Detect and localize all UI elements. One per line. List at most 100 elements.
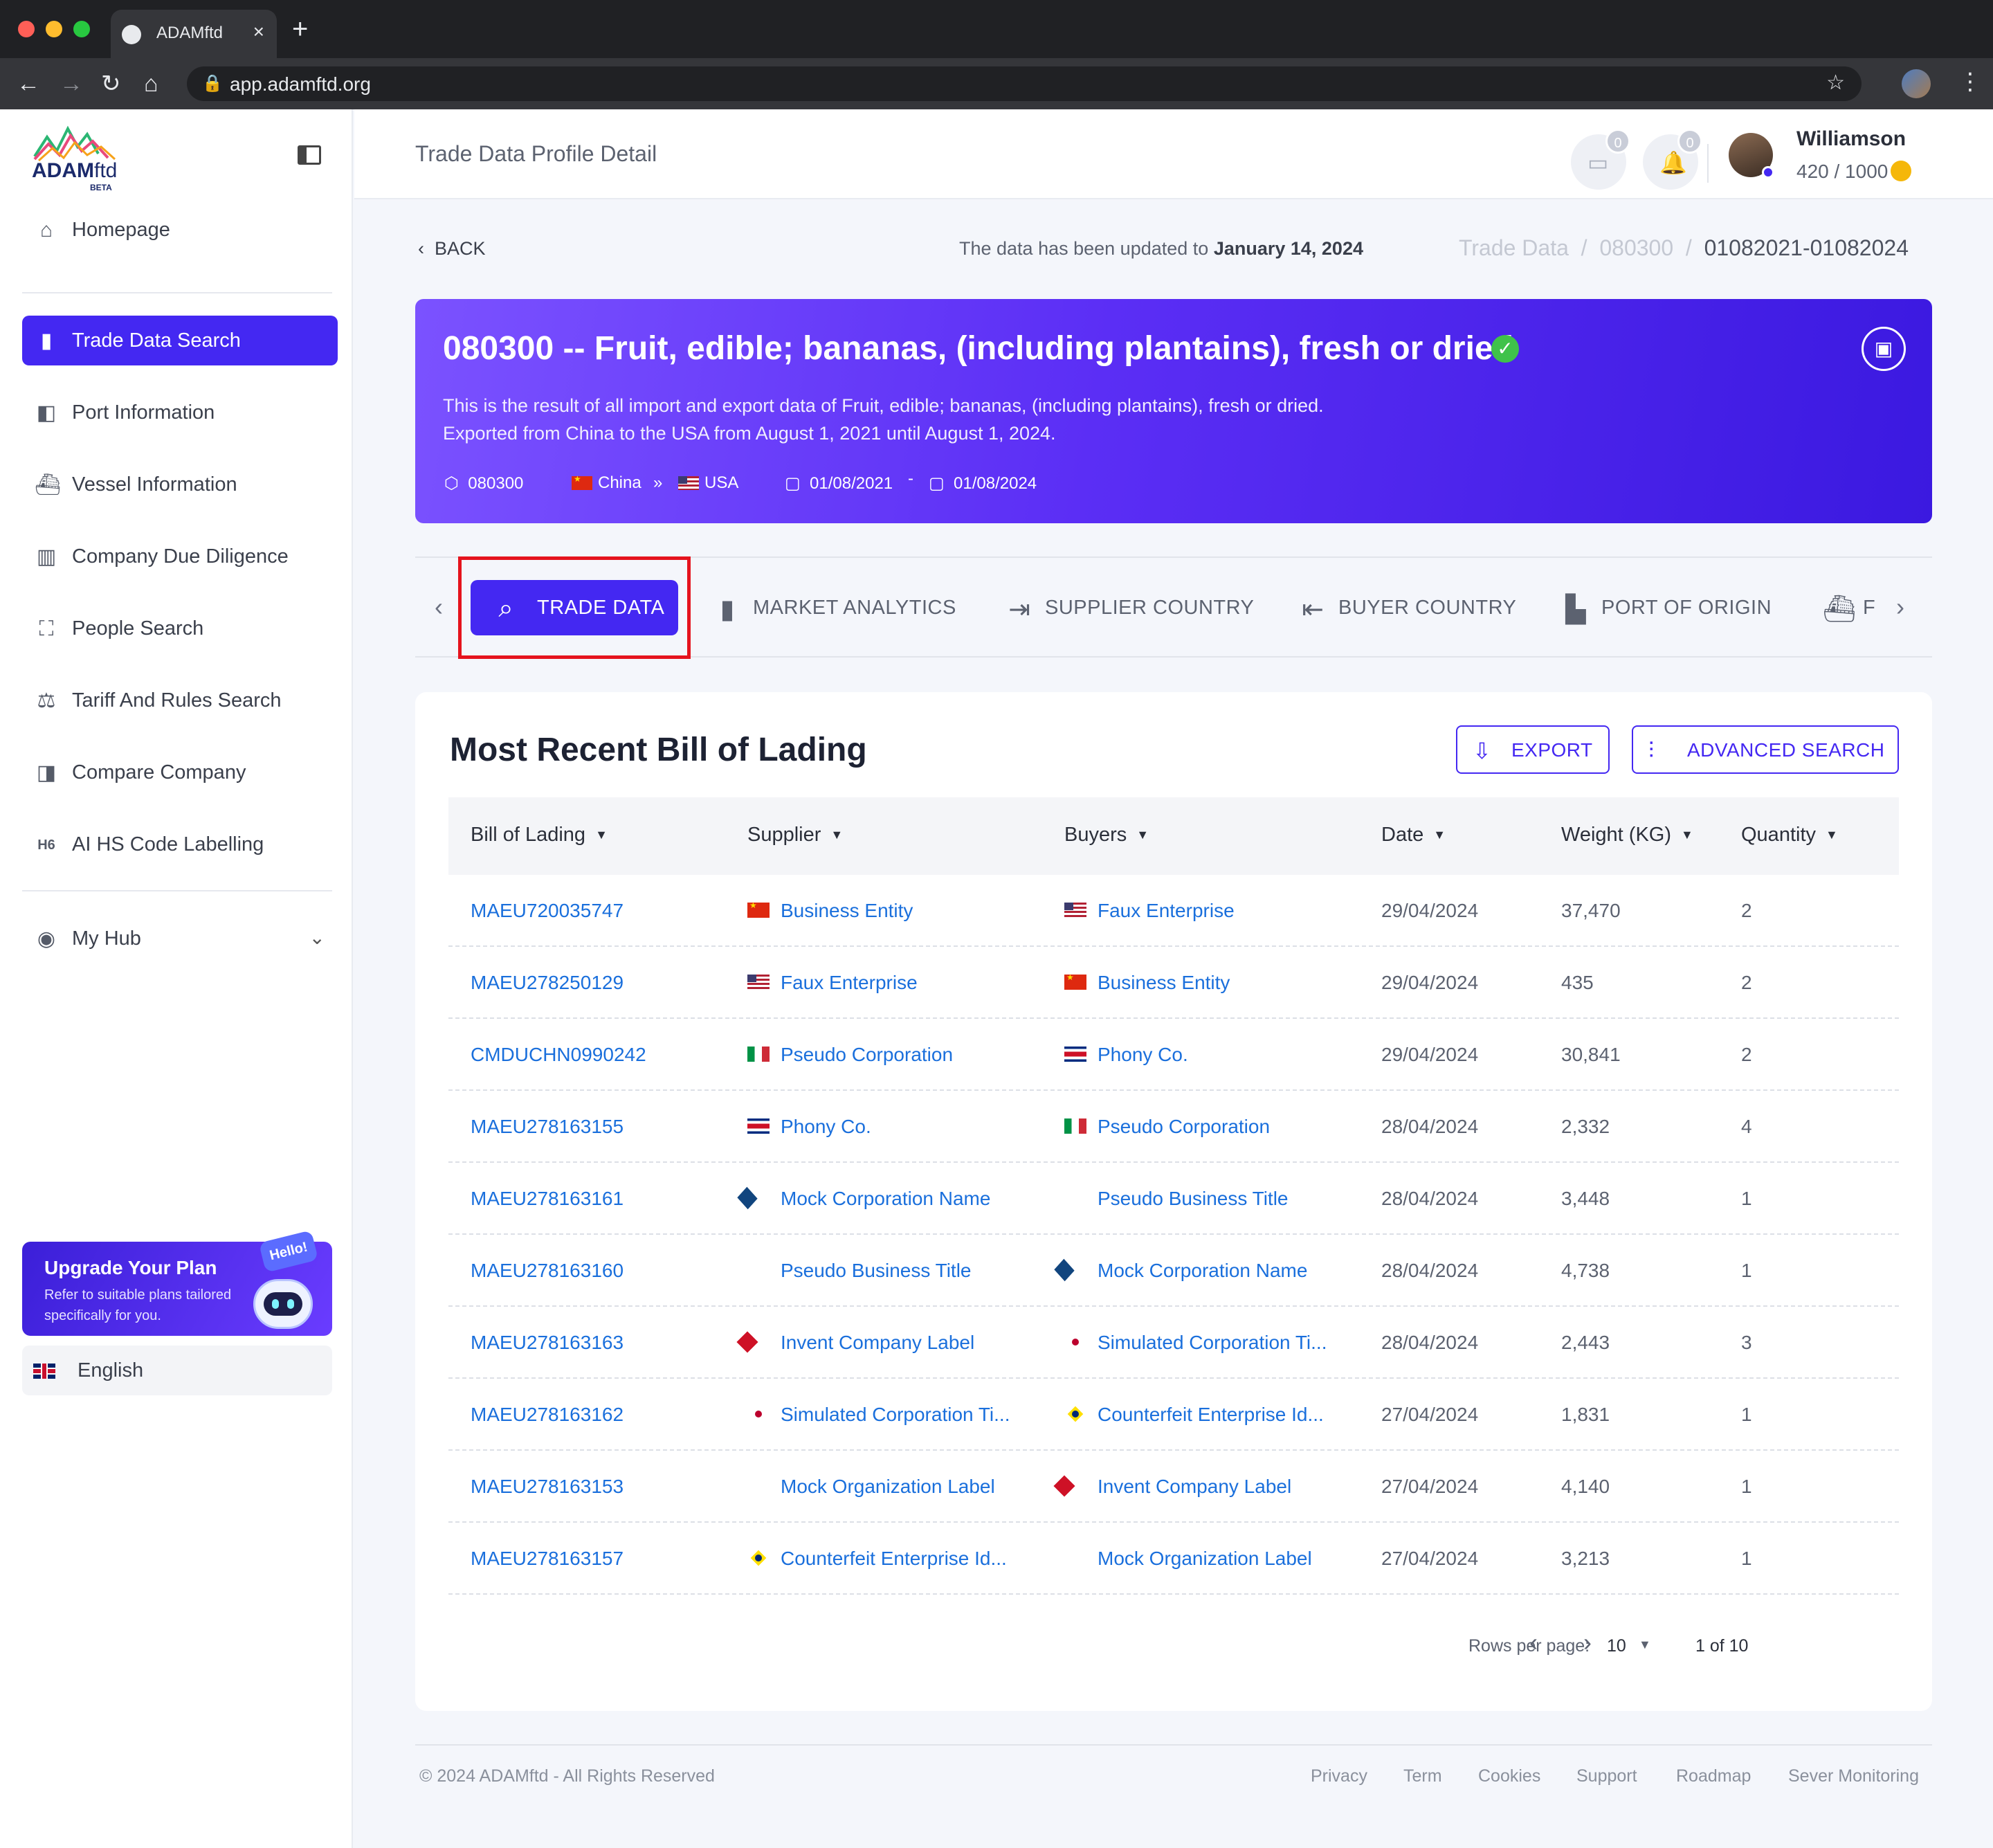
bill-of-lading-link[interactable]: MAEU278163153 bbox=[471, 1476, 624, 1498]
bill-of-lading-link[interactable]: MAEU278163163 bbox=[471, 1332, 624, 1354]
supplier-link[interactable]: Pseudo Business Title bbox=[781, 1260, 972, 1282]
tab-buyer-country[interactable]: ⇤ BUYER COUNTRY bbox=[1298, 580, 1527, 635]
tab-supplier-country[interactable]: ⇥ SUPPLIER COUNTRY bbox=[1005, 580, 1268, 635]
sidebar-item-my-hub[interactable]: ◉ My Hub ⌄ bbox=[22, 914, 338, 963]
buyer-link[interactable]: Phony Co. bbox=[1098, 1044, 1188, 1066]
tabs-scroll-right-icon[interactable]: › bbox=[1896, 592, 1904, 622]
messages-button[interactable]: ▭ 0 bbox=[1571, 129, 1630, 190]
tab-partial[interactable]: ⛴ F bbox=[1823, 580, 1878, 635]
window-close-button[interactable] bbox=[18, 21, 35, 37]
supplier-link[interactable]: Phony Co. bbox=[781, 1116, 871, 1138]
next-page-icon[interactable]: › bbox=[1583, 1628, 1592, 1657]
column-header-quantity[interactable]: Quantity ▼ bbox=[1741, 824, 1838, 846]
bill-of-lading-link[interactable]: MAEU720035747 bbox=[471, 900, 624, 922]
buyer-link[interactable]: Business Entity bbox=[1098, 972, 1230, 994]
bill-of-lading-link[interactable]: MAEU278163157 bbox=[471, 1548, 624, 1570]
buyer-link[interactable]: Faux Enterprise bbox=[1098, 900, 1235, 922]
sidebar-collapse-icon[interactable] bbox=[298, 145, 321, 165]
supplier-link[interactable]: Business Entity bbox=[781, 900, 913, 922]
close-tab-icon[interactable]: × bbox=[253, 21, 264, 43]
home-browser-icon[interactable]: ⌂ bbox=[144, 68, 158, 100]
avatar[interactable] bbox=[1729, 133, 1774, 179]
tab-port-of-origin[interactable]: ▙ PORT OF ORIGIN bbox=[1561, 580, 1790, 635]
window-maximize-button[interactable] bbox=[73, 21, 90, 37]
sidebar-item-tariff-and-rules-search[interactable]: ⚖ Tariff And Rules Search bbox=[22, 676, 338, 725]
forward-arrow-icon[interactable]: → bbox=[60, 68, 83, 100]
user-name[interactable]: Williamson bbox=[1796, 127, 1906, 151]
supplier-link[interactable]: Invent Company Label bbox=[781, 1332, 974, 1354]
sidebar-item-ai-hs-code-labelling[interactable]: H6 AI HS Code Labelling bbox=[22, 819, 338, 869]
rows-per-page-select[interactable]: 10 bbox=[1607, 1636, 1626, 1656]
supplier-link[interactable]: Counterfeit Enterprise Id... bbox=[781, 1548, 1007, 1570]
sidebar-item-vessel-information[interactable]: ⛴ Vessel Information bbox=[22, 460, 338, 509]
bookmark-star-icon[interactable]: ☆ bbox=[1826, 71, 1845, 95]
window-minimize-button[interactable] bbox=[46, 21, 62, 37]
bill-of-lading-link[interactable]: MAEU278163162 bbox=[471, 1404, 624, 1426]
footer-link-support[interactable]: Support bbox=[1576, 1766, 1637, 1786]
bill-of-lading-link[interactable]: MAEU278163161 bbox=[471, 1188, 624, 1210]
tab-market-analytics[interactable]: ▮ MARKET ANALYTICS bbox=[713, 580, 962, 635]
buyer-link[interactable]: Mock Corporation Name bbox=[1098, 1260, 1307, 1282]
table-row[interactable]: MAEU278250129 Faux Enterprise Business Ent… bbox=[448, 947, 1899, 1019]
buyer-link[interactable]: Counterfeit Enterprise Id... bbox=[1098, 1404, 1324, 1426]
supplier-link[interactable]: Mock Organization Label bbox=[781, 1476, 995, 1498]
sidebar-item-port-information[interactable]: ◧ Port Information bbox=[22, 388, 338, 437]
table-row[interactable]: MAEU278163163 Invent Company Label Simulat… bbox=[448, 1307, 1899, 1379]
footer-link-sever-monitoring[interactable]: Sever Monitoring bbox=[1788, 1766, 1919, 1786]
buyer-link[interactable]: Invent Company Label bbox=[1098, 1476, 1291, 1498]
bill-of-lading-link[interactable]: MAEU278163155 bbox=[471, 1116, 624, 1138]
buyer-link[interactable]: Simulated Corporation Ti... bbox=[1098, 1332, 1327, 1354]
footer-link-roadmap[interactable]: Roadmap bbox=[1676, 1766, 1751, 1786]
supplier-link[interactable]: Faux Enterprise bbox=[781, 972, 918, 994]
supplier-link[interactable]: Simulated Corporation Ti... bbox=[781, 1404, 1010, 1426]
table-row[interactable]: MAEU278163155 Phony Co. Pseudo Corporation… bbox=[448, 1091, 1899, 1163]
table-row[interactable]: MAEU278163160 Pseudo Business Title Mock C… bbox=[448, 1235, 1899, 1307]
table-row[interactable]: CMDUCHN0990242 Pseudo Corporation Phony Co… bbox=[448, 1019, 1899, 1091]
prev-page-icon[interactable]: ‹ bbox=[1529, 1628, 1538, 1657]
notifications-button[interactable]: 🔔 0 bbox=[1643, 129, 1702, 190]
sidebar-item-compare-company[interactable]: ◨ Compare Company bbox=[22, 748, 338, 797]
language-selector[interactable]: English bbox=[22, 1346, 332, 1395]
footer-link-privacy[interactable]: Privacy bbox=[1311, 1766, 1367, 1786]
browser-profile-avatar[interactable] bbox=[1902, 69, 1931, 98]
buyer-link[interactable]: Mock Organization Label bbox=[1098, 1548, 1312, 1570]
browser-tab[interactable]: ADAMftd × bbox=[111, 10, 277, 58]
new-tab-icon[interactable]: + bbox=[292, 15, 308, 43]
footer-link-term[interactable]: Term bbox=[1403, 1766, 1442, 1786]
footer-link-cookies[interactable]: Cookies bbox=[1478, 1766, 1540, 1786]
back-arrow-icon[interactable]: ← bbox=[17, 68, 40, 100]
bill-of-lading-link[interactable]: MAEU278163160 bbox=[471, 1260, 624, 1282]
table-row[interactable]: MAEU278163153 Mock Organization Label Inve… bbox=[448, 1451, 1899, 1523]
column-header-buyers[interactable]: Buyers ▼ bbox=[1064, 824, 1149, 846]
export-button[interactable]: ⇩ EXPORT bbox=[1456, 725, 1610, 774]
breadcrumb-hs-code[interactable]: 080300 bbox=[1599, 235, 1673, 260]
buyer-link[interactable]: Pseudo Corporation bbox=[1098, 1116, 1270, 1138]
caret-down-icon[interactable]: ▼ bbox=[1639, 1638, 1651, 1652]
sidebar-item-people-search[interactable]: ⛶ People Search bbox=[22, 604, 338, 653]
sidebar-item-homepage[interactable]: ⌂ Homepage bbox=[22, 205, 338, 255]
advanced-search-button[interactable]: ⫶ ADVANCED SEARCH bbox=[1632, 725, 1899, 774]
column-header-date[interactable]: Date ▼ bbox=[1381, 824, 1446, 846]
browser-menu-icon[interactable]: ⋮ bbox=[1958, 68, 1982, 96]
bill-of-lading-link[interactable]: CMDUCHN0990242 bbox=[471, 1044, 646, 1066]
supplier-link[interactable]: Mock Corporation Name bbox=[781, 1188, 990, 1210]
reload-icon[interactable]: ↻ bbox=[101, 68, 121, 100]
column-header-supplier[interactable]: Supplier ▼ bbox=[747, 824, 843, 846]
calendar-edit-icon[interactable]: ▣ bbox=[1862, 327, 1906, 371]
address-bar[interactable]: 🔒 app.adamftd.org ☆ bbox=[187, 66, 1862, 101]
column-header-weight[interactable]: Weight (KG) ▼ bbox=[1561, 824, 1693, 846]
bill-of-lading-link[interactable]: MAEU278250129 bbox=[471, 972, 624, 994]
supplier-link[interactable]: Pseudo Corporation bbox=[781, 1044, 953, 1066]
upgrade-plan-card[interactable]: Upgrade Your Plan Refer to suitable plan… bbox=[22, 1230, 332, 1336]
table-row[interactable]: MAEU278163161 Mock Corporation Name Pseudo… bbox=[448, 1163, 1899, 1235]
sidebar-item-trade-data-search[interactable]: ▮ Trade Data Search bbox=[22, 316, 338, 365]
table-row[interactable]: MAEU278163162 Simulated Corporation Ti...… bbox=[448, 1379, 1899, 1451]
sidebar-item-company-due-diligence[interactable]: ▥ Company Due Diligence bbox=[22, 532, 338, 581]
back-button[interactable]: ‹ BACK bbox=[418, 238, 486, 260]
breadcrumb-trade-data[interactable]: Trade Data bbox=[1459, 235, 1569, 260]
table-row[interactable]: MAEU720035747 Business Entity Faux Enterpr… bbox=[448, 875, 1899, 947]
adamftd-logo[interactable]: ADAMftd BETA bbox=[32, 123, 122, 192]
column-header-bill-of-lading[interactable]: Bill of Lading ▼ bbox=[471, 824, 608, 846]
table-row[interactable]: MAEU278163157 Counterfeit Enterprise Id..… bbox=[448, 1523, 1899, 1595]
tabs-scroll-left-icon[interactable]: ‹ bbox=[435, 592, 443, 622]
